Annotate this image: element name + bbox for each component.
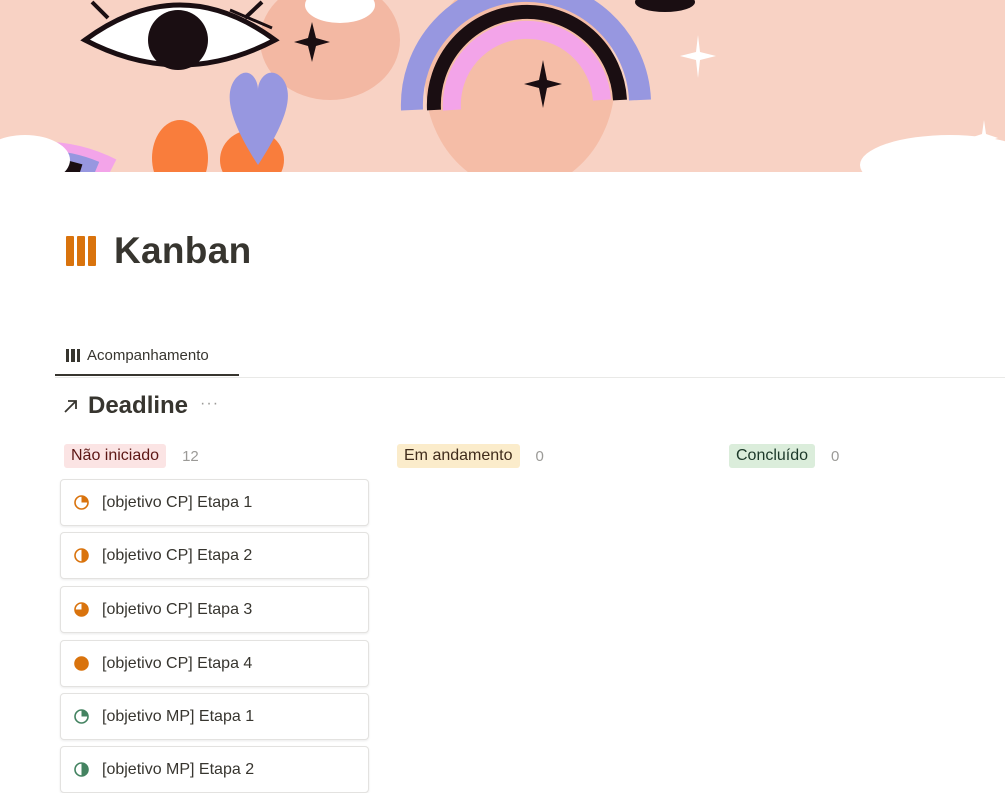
progress-icon: [74, 656, 89, 671]
progress-icon: [74, 495, 89, 510]
column-header-concluido[interactable]: Concluído 0: [729, 444, 839, 468]
page-header: Kanban: [66, 230, 251, 272]
progress-icon: [74, 602, 89, 617]
board-card[interactable]: [objetivo CP] Etapa 1: [60, 479, 369, 526]
card-title: [objetivo CP] Etapa 2: [102, 546, 253, 564]
database-title-text: Deadline: [88, 392, 189, 419]
view-tabs: Acompanhamento: [55, 336, 1005, 378]
more-icon[interactable]: ···: [200, 395, 219, 413]
column-count: 0: [831, 447, 840, 465]
progress-icon: [74, 548, 89, 563]
column-count: 0: [535, 447, 544, 465]
column-count: 12: [182, 447, 199, 465]
status-pill: Não iniciado: [64, 444, 167, 468]
columns-icon[interactable]: [66, 236, 96, 266]
board-card[interactable]: [objetivo CP] Etapa 2: [60, 532, 369, 579]
status-pill: Concluído: [729, 444, 816, 468]
tab-acompanhamento[interactable]: Acompanhamento: [55, 336, 239, 376]
board-card[interactable]: [objetivo CP] Etapa 3: [60, 586, 369, 633]
card-title: [objetivo CP] Etapa 1: [102, 493, 253, 511]
status-pill: Em andamento: [397, 444, 520, 468]
card-title: [objetivo CP] Etapa 3: [102, 600, 253, 618]
tab-label: Acompanhamento: [87, 346, 209, 364]
progress-icon: [74, 709, 89, 724]
progress-icon: [74, 762, 89, 777]
board-card[interactable]: [objetivo MP] Etapa 2: [60, 746, 369, 793]
board-card[interactable]: [objetivo CP] Etapa 4: [60, 640, 369, 687]
card-title: [objetivo CP] Etapa 4: [102, 654, 253, 672]
page-title[interactable]: Kanban: [114, 230, 251, 272]
board-icon: [66, 348, 80, 362]
page-cover[interactable]: [0, 0, 1005, 172]
arrow-up-right-icon: [64, 400, 77, 413]
database-title[interactable]: Deadline ···: [62, 392, 219, 420]
board-card[interactable]: [objetivo MP] Etapa 1: [60, 693, 369, 740]
column-header-nao-iniciado[interactable]: Não iniciado 12: [64, 444, 199, 468]
cover-illustration: [0, 0, 1005, 172]
card-title: [objetivo MP] Etapa 1: [102, 707, 255, 725]
column-header-em-andamento[interactable]: Em andamento 0: [397, 444, 544, 468]
